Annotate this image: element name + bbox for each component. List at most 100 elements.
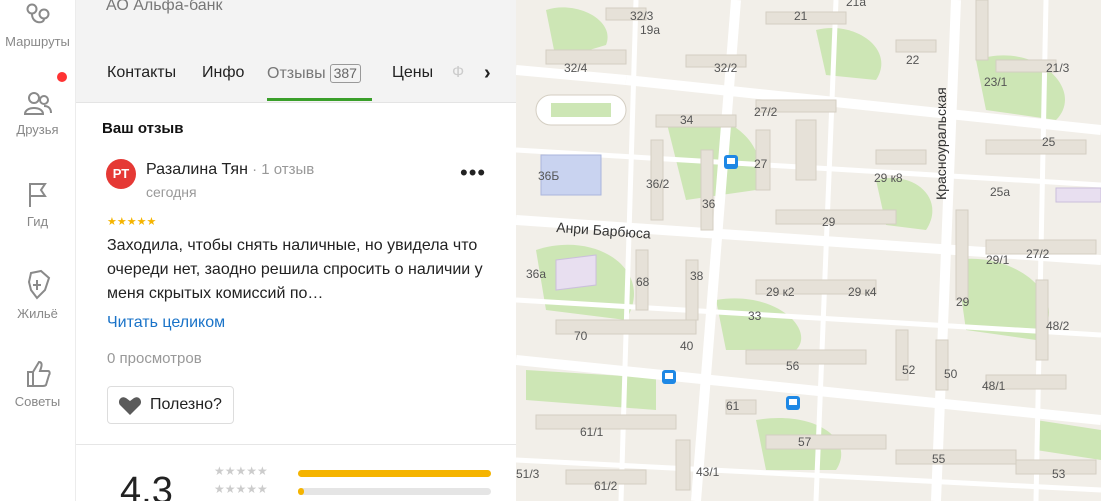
house-number-label: 27/2 [754,105,778,119]
house-number-label: 36 [702,197,716,211]
house-number-label: 27 [754,157,768,171]
house-number-label: 48/1 [982,379,1006,393]
divider [76,444,516,445]
bus-stop-icon[interactable] [724,155,738,169]
house-number-label: 50 [944,367,958,381]
house-number-label: 25 [1042,135,1056,149]
useful-label: Полезно? [150,396,222,413]
house-number-label: 33 [748,309,762,323]
stadium-field [551,103,611,117]
housing-icon [27,269,50,300]
bus-stop-icon[interactable] [662,370,676,384]
review-date: сегодня [146,184,197,200]
distribution-bar [298,488,491,495]
thumbs-up-icon [26,360,51,387]
review-author[interactable]: Разалина Тян · 1 отзыв [146,161,314,179]
sidebar-item-guide[interactable]: Гид [0,180,75,229]
flag-icon [28,183,47,207]
active-tab-indicator [267,98,372,101]
house-number-label: 32/4 [564,61,588,75]
street-label: Красноуральская [933,87,949,200]
distribution-bar-fill [298,470,491,477]
friends-icon [23,92,52,115]
notification-dot [57,72,67,82]
house-number-label: 52 [902,363,916,377]
distribution-stars: ★★★★★ [214,464,268,478]
house-number-label: 32/3 [630,9,654,23]
house-number-label: 57 [798,435,812,449]
rating-distribution-row: ★★★★★ [214,464,494,480]
house-number-label: 56 [786,359,800,373]
org-header: АО Альфа-банк [76,0,516,44]
overall-rating: 4,3 [120,470,173,501]
useful-button[interactable]: Полезно? [107,386,234,424]
map-view[interactable]: Анри Барбюса Красноуральская 32/3 32/4 19a… [516,0,1101,501]
sidebar-item-friends[interactable]: Друзья [0,88,75,137]
house-number-label: 25a [990,185,1010,199]
house-number-label: 70 [574,329,588,343]
tabs-next-arrow-icon[interactable]: › [484,62,491,85]
tab-reviews[interactable]: Отзывы 387 [267,64,361,83]
house-number-label: 53 [1052,467,1066,481]
house-number-label: 29/1 [986,253,1010,267]
avatar[interactable]: РТ [106,159,136,189]
org-name: АО Альфа-банк [106,0,223,14]
house-number-label: 19a [640,23,660,37]
review-views: 0 просмотров [107,350,202,367]
sidebar-item-housing[interactable]: Жильё [0,268,75,321]
house-number-label: 32/2 [714,61,738,75]
house-number-label: 36Б [538,169,559,183]
house-number-label: 36a [526,267,546,281]
house-number-label: 61 [726,399,740,413]
distribution-bar-fill [298,488,304,495]
sidebar-item-routes[interactable]: Маршруты [0,0,75,49]
house-number-label: 61/1 [580,425,604,439]
house-number-label: 29 к4 [848,285,877,299]
map-canvas[interactable]: Анри Барбюса Красноуральская 32/332/419a… [516,0,1101,501]
house-number-label: 40 [680,339,694,353]
routes-icon [26,3,49,24]
house-number-label: 27/2 [1026,247,1050,261]
tab-prices[interactable]: Цены [392,64,433,82]
author-name: Разалина Тян [146,161,248,178]
distribution-stars: ★★★★★ [214,482,268,496]
house-number-label: 48/2 [1046,319,1070,333]
house-number-label: 22 [906,53,920,67]
residential-building [555,254,597,291]
sidebar-item-label: Маршруты [5,34,70,49]
sidebar-item-tips[interactable]: Советы [0,358,75,409]
heart-icon [118,397,142,415]
tab-contacts[interactable]: Контакты [107,64,176,82]
author-review-count: · 1 отзыв [247,161,315,178]
rating-distribution-row: ★★★★★ [214,482,494,498]
house-number-label: 43/1 [696,465,720,479]
distribution-bar [298,470,491,477]
house-number-label: 34 [680,113,694,127]
house-number-label: 36/2 [646,177,670,191]
tab-bar: Контакты Инфо Отзывы 387 Цены Ф › [76,44,516,103]
house-number-label: 38 [690,269,704,283]
tab-photos[interactable]: Ф [452,64,464,82]
sidebar-item-label: Друзья [16,122,59,137]
house-number-label: 23/1 [984,75,1008,89]
house-number-label: 55 [932,452,946,466]
reviews-count-badge: 387 [329,64,361,83]
house-number-label: 61/2 [594,479,618,493]
house-number-label: 29 [956,295,970,309]
house-number-label: 21/3 [1046,61,1070,75]
read-more-link[interactable]: Читать целиком [107,314,225,332]
bus-stop-icon[interactable] [786,396,800,410]
house-number-label: 21a [846,0,866,9]
more-options-icon[interactable]: ••• [460,160,486,186]
house-number-label: 21 [794,9,808,23]
sidebar-item-label: Жильё [17,306,58,321]
review-rating-stars: ★★★★★ [107,216,157,228]
house-number-label: 29 [822,215,836,229]
house-number-label: 68 [636,275,650,289]
tab-label: Отзывы [267,65,326,82]
section-title: Ваш отзыв [102,120,184,137]
sidebar-item-label: Гид [26,214,49,229]
tab-info[interactable]: Инфо [202,64,244,82]
house-number-label: 29 к8 [874,171,903,185]
sidebar-item-label: Советы [14,394,61,409]
